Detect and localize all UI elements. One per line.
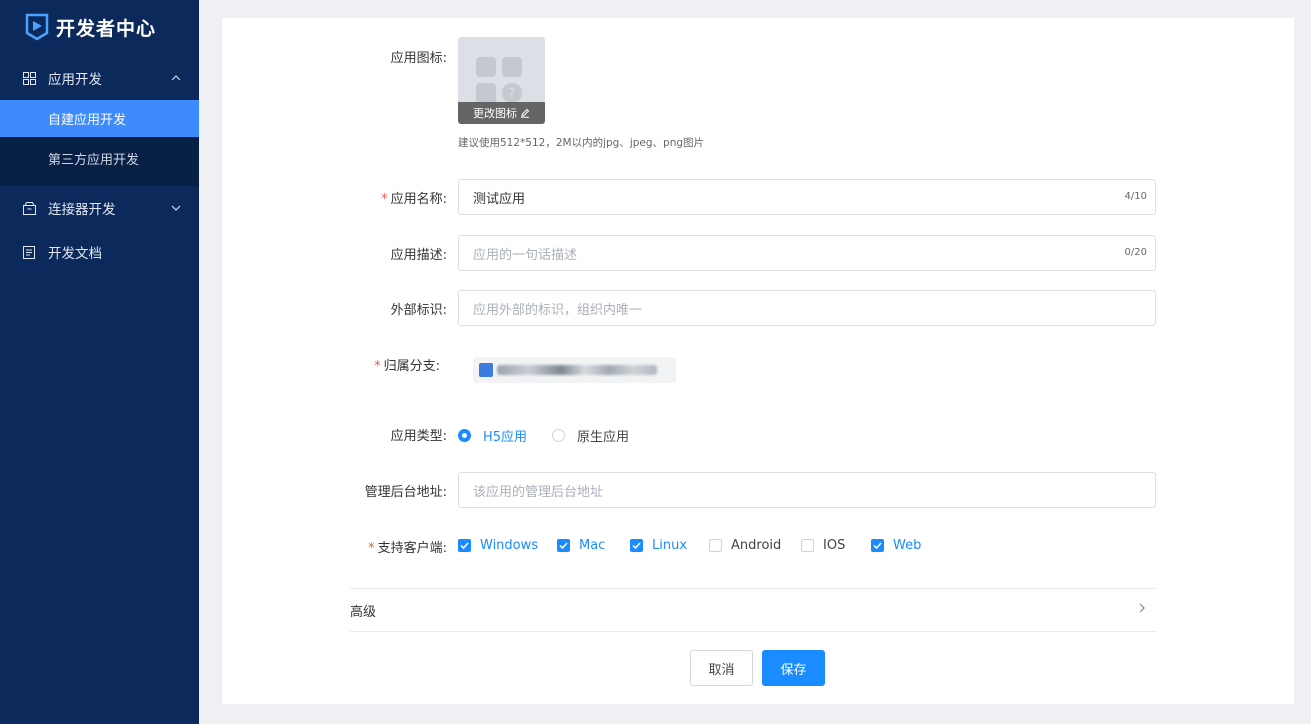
check-icon: [458, 539, 471, 552]
change-icon-button[interactable]: 更改图标: [458, 102, 545, 124]
org-tree-icon: [479, 363, 493, 377]
checkbox-android[interactable]: Android: [709, 538, 781, 553]
checkbox-windows[interactable]: Windows: [458, 538, 538, 553]
checkbox-mac[interactable]: Mac: [557, 538, 605, 553]
document-icon: [22, 245, 36, 259]
icon-label: 应用图标:: [390, 51, 447, 66]
advanced-section-toggle[interactable]: 高级: [350, 601, 376, 620]
description-label: 应用描述:: [390, 248, 447, 263]
app-type-label: 应用类型:: [390, 429, 447, 444]
app-title: 开发者中心: [56, 17, 157, 40]
sidebar-item-app-dev[interactable]: 应用开发: [0, 56, 199, 100]
checkbox-empty-icon: [801, 539, 814, 552]
chevron-down-icon: [171, 205, 181, 211]
name-label: * 应用名称:: [381, 192, 447, 207]
chevron-up-icon: [171, 75, 181, 81]
divider: [350, 588, 1156, 589]
sidebar-submenu: 自建应用开发 第三方应用开发: [0, 100, 199, 186]
check-icon: [871, 539, 884, 552]
clients-label: * 支持客户端:: [368, 541, 447, 556]
admin-url-input[interactable]: 该应用的管理后台地址: [458, 472, 1156, 508]
branch-label: * 归属分支:: [374, 359, 440, 374]
radio-native-app[interactable]: 原生应用: [552, 426, 629, 445]
checkbox-web[interactable]: Web: [871, 538, 921, 553]
sidebar-item-label: 开发文档: [48, 246, 102, 262]
grid-icon: [22, 71, 36, 85]
checkbox-ios[interactable]: IOS: [801, 538, 845, 553]
logo[interactable]: 开发者中心: [0, 0, 199, 54]
radio-dot: [552, 429, 565, 442]
chevron-right-icon[interactable]: [1137, 603, 1147, 613]
external-id-input[interactable]: 应用外部的标识，组织内唯一: [458, 290, 1156, 326]
checkbox-linux[interactable]: Linux: [630, 538, 687, 553]
edit-icon: [521, 108, 530, 118]
checkbox-empty-icon: [709, 539, 722, 552]
radio-h5-app[interactable]: H5应用: [458, 426, 527, 445]
app-icon-uploader[interactable]: ? 更改图标: [458, 37, 545, 124]
check-icon: [630, 539, 643, 552]
branch-tag[interactable]: [473, 357, 676, 383]
admin-url-label: 管理后台地址:: [364, 485, 447, 500]
sidebar-item-docs[interactable]: 开发文档: [0, 230, 199, 274]
app-name-input[interactable]: 测试应用 4/10: [458, 179, 1156, 215]
save-button[interactable]: 保存: [762, 650, 825, 686]
divider: [350, 631, 1156, 632]
sidebar-item-label: 应用开发: [48, 72, 102, 88]
cancel-button[interactable]: 取消: [690, 650, 753, 686]
sidebar-item-label: 连接器开发: [48, 202, 116, 218]
radio-dot: [458, 429, 471, 442]
form-panel: 应用图标: ? 更改图标 建议使用512*512，2M以内的jpg、jpeg、p…: [222, 18, 1294, 704]
icon-hint: 建议使用512*512，2M以内的jpg、jpeg、png图片: [458, 137, 705, 149]
sidebar-item-custom-app-dev[interactable]: 自建应用开发: [0, 100, 199, 137]
blurred-branch-name: [497, 365, 657, 375]
sidebar: 开发者中心 应用开发 自建应用开发 第三方应用开发 连接器开发 开发文档: [0, 0, 199, 724]
check-icon: [557, 539, 570, 552]
char-counter: 0/20: [1124, 247, 1147, 258]
developer-logo-icon: [25, 13, 49, 41]
app-description-input[interactable]: 应用的一句话描述 0/20: [458, 235, 1156, 271]
box-icon: [22, 201, 36, 215]
sidebar-item-third-party-app-dev[interactable]: 第三方应用开发: [0, 137, 199, 180]
sidebar-item-connector-dev[interactable]: 连接器开发: [0, 186, 199, 230]
svg-text:?: ?: [509, 87, 516, 102]
external-id-label: 外部标识:: [390, 303, 447, 318]
char-counter: 4/10: [1124, 191, 1147, 202]
